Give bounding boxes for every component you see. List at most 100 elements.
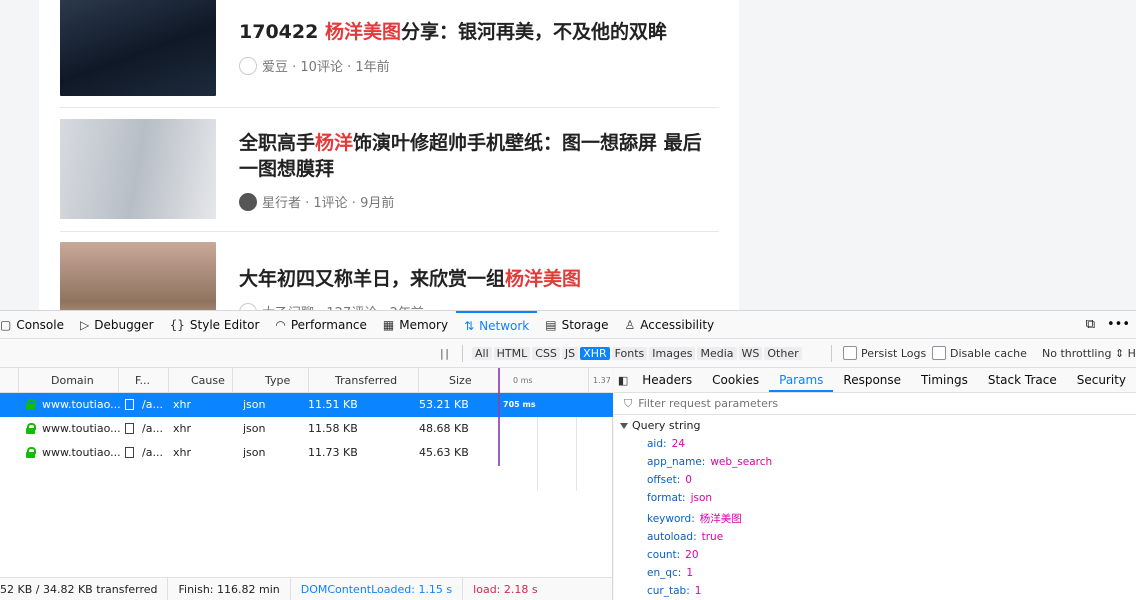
tab-label: Console bbox=[16, 317, 64, 332]
meta-text: 星行者 · 1评论 · 9月前 bbox=[262, 196, 395, 211]
filter-xhr[interactable]: XHR bbox=[580, 346, 610, 360]
column-size[interactable]: Size bbox=[418, 368, 498, 393]
filter-fonts[interactable]: Fonts bbox=[611, 346, 648, 360]
pause-icon[interactable]: | | bbox=[440, 347, 449, 360]
column-cause[interactable]: Cause bbox=[168, 368, 232, 393]
tab-params[interactable]: Params bbox=[769, 368, 834, 392]
query-string-section-toggle[interactable]: Query string bbox=[620, 419, 701, 432]
cell-transferred: 11.73 KB bbox=[308, 446, 358, 459]
meta-text: 大乙问聊 · 127评论 · 2年前 bbox=[262, 302, 424, 310]
web-page: 170422 杨洋美图分享：银河再美，不及他的双眸 爱豆 · 10评论 · 1年… bbox=[0, 0, 1136, 310]
list-item[interactable]: 全职高手杨洋饰演叶修超帅手机壁纸：图一想舔屏 最后一图想膜拜 星行者 · 1评论… bbox=[60, 108, 719, 232]
cell-type: json bbox=[243, 422, 266, 435]
waterfall-marker bbox=[498, 368, 500, 466]
waterfall-tick: 1.37 s bbox=[588, 368, 613, 393]
status-finish: Finish: 116.82 min bbox=[168, 578, 291, 600]
tab-cookies[interactable]: Cookies bbox=[702, 368, 769, 392]
disable-cache-checkbox[interactable]: Disable cache bbox=[932, 346, 1027, 360]
filter-placeholder: Filter request parameters bbox=[638, 397, 779, 410]
param-row: autoload: true bbox=[647, 531, 724, 543]
cell-domain: www.toutiao... bbox=[42, 398, 120, 411]
tab-label: Memory bbox=[399, 317, 449, 332]
tab-performance[interactable]: ◠ Performance bbox=[267, 311, 375, 338]
column-waterfall[interactable]: 0 ms bbox=[498, 368, 588, 393]
params-filter-input[interactable]: ⛉ Filter request parameters bbox=[614, 393, 1136, 415]
divider bbox=[462, 345, 463, 362]
article-thumbnail[interactable] bbox=[60, 119, 216, 219]
article-title[interactable]: 大年初四又称羊日，来欣赏一组杨洋美图 bbox=[239, 266, 719, 292]
filter-other[interactable]: Other bbox=[764, 346, 802, 360]
table-row[interactable]: www.toutiao... /a... xhr json 11.73 KB 4… bbox=[0, 441, 613, 465]
document-icon bbox=[125, 447, 134, 458]
column-domain[interactable]: Domain bbox=[18, 368, 118, 393]
details-tabs: ◧ Headers Cookies Params Response Timing… bbox=[614, 368, 1136, 393]
filter-html[interactable]: HTML bbox=[493, 346, 531, 360]
more-options-icon[interactable]: ••• bbox=[1107, 317, 1130, 332]
har-menu[interactable]: HAR bbox=[1128, 347, 1136, 360]
document-icon bbox=[125, 399, 134, 410]
list-item[interactable]: 大年初四又称羊日，来欣赏一组杨洋美图 大乙问聊 · 127评论 · 2年前 bbox=[60, 232, 719, 310]
tab-headers[interactable]: Headers bbox=[632, 368, 702, 392]
status-transferred: 52 KB / 34.82 KB transferred bbox=[0, 578, 169, 600]
filter-all[interactable]: All bbox=[472, 346, 492, 360]
console-icon: ▢ bbox=[0, 317, 12, 332]
filter-css[interactable]: CSS bbox=[532, 346, 560, 360]
tab-security[interactable]: Security bbox=[1067, 368, 1136, 392]
cell-file: /a... bbox=[142, 398, 163, 411]
article-title[interactable]: 170422 杨洋美图分享：银河再美，不及他的双眸 bbox=[239, 19, 719, 45]
request-table: Domain F... Cause Type Transferred Size … bbox=[0, 368, 613, 577]
checkbox-box[interactable] bbox=[932, 346, 946, 360]
filter-images[interactable]: Images bbox=[649, 346, 696, 360]
tab-label: Debugger bbox=[94, 317, 154, 332]
tab-style-editor[interactable]: {} Style Editor bbox=[162, 311, 268, 338]
document-icon bbox=[125, 423, 134, 434]
list-item[interactable]: 170422 杨洋美图分享：银河再美，不及他的双眸 爱豆 · 10评论 · 1年… bbox=[60, 0, 719, 108]
param-row: format: json bbox=[647, 492, 713, 504]
table-row[interactable]: www.toutiao... /a... xhr json 11.51 KB 5… bbox=[0, 393, 613, 417]
network-status-bar: 52 KB / 34.82 KB transferred Finish: 116… bbox=[0, 577, 613, 600]
article-title[interactable]: 全职高手杨洋饰演叶修超帅手机壁纸：图一想舔屏 最后一图想膜拜 bbox=[239, 130, 719, 182]
persist-logs-checkbox[interactable]: Persist Logs bbox=[843, 346, 926, 360]
column-transferred[interactable]: Transferred bbox=[308, 368, 418, 393]
tab-timings[interactable]: Timings bbox=[911, 368, 978, 392]
meta-text: 爱豆 · 10评论 · 1年前 bbox=[262, 60, 390, 75]
throttling-select[interactable]: No throttling ⇕ HAR bbox=[1042, 347, 1136, 360]
tab-memory[interactable]: ▦ Memory bbox=[375, 311, 456, 338]
toggle-sidebar-icon[interactable]: ◧ bbox=[614, 368, 632, 392]
cell-transferred: 11.51 KB bbox=[308, 398, 358, 411]
responsive-mode-icon[interactable]: ⧉ bbox=[1086, 317, 1095, 332]
devtools-toolbar: ▢ Console ▷ Debugger {} Style Editor ◠ P… bbox=[0, 310, 1136, 339]
checkbox-label: Disable cache bbox=[950, 346, 1027, 360]
tab-stack-trace[interactable]: Stack Trace bbox=[978, 368, 1067, 392]
article-thumbnail[interactable] bbox=[60, 242, 216, 310]
request-details-panel: ◧ Headers Cookies Params Response Timing… bbox=[614, 368, 1136, 600]
param-row: count: 20 bbox=[647, 549, 699, 561]
param-row: cur_tab: 1 bbox=[647, 585, 702, 597]
column-file[interactable]: F... bbox=[118, 368, 168, 393]
filter-media[interactable]: Media bbox=[697, 346, 737, 360]
lock-icon bbox=[26, 399, 36, 410]
checkbox-box[interactable] bbox=[843, 346, 857, 360]
tab-response[interactable]: Response bbox=[833, 368, 911, 392]
cell-file: /a... bbox=[142, 422, 163, 435]
tab-accessibility[interactable]: ♙ Accessibility bbox=[617, 311, 723, 338]
tab-debugger[interactable]: ▷ Debugger bbox=[72, 311, 162, 338]
tab-network[interactable]: ⇅ Network bbox=[456, 311, 538, 338]
checkbox-label: Persist Logs bbox=[861, 346, 927, 360]
tab-label: Network bbox=[479, 318, 530, 333]
section-title: Query string bbox=[632, 419, 701, 432]
cell-timing: 705 ms bbox=[503, 400, 536, 409]
tab-console[interactable]: ▢ Console bbox=[0, 311, 72, 338]
status-load: load: 2.18 s bbox=[473, 583, 538, 596]
article-thumbnail[interactable] bbox=[60, 0, 216, 96]
column-type[interactable]: Type bbox=[232, 368, 308, 393]
tab-storage[interactable]: ▤ Storage bbox=[537, 311, 616, 338]
debugger-icon: ▷ bbox=[79, 317, 90, 332]
filter-js[interactable]: JS bbox=[561, 346, 579, 360]
filter-ws[interactable]: WS bbox=[738, 346, 763, 360]
article-list: 170422 杨洋美图分享：银河再美，不及他的双眸 爱豆 · 10评论 · 1年… bbox=[39, 0, 739, 310]
table-row[interactable]: www.toutiao... /a... xhr json 11.58 KB 4… bbox=[0, 417, 613, 441]
param-row: app_name: web_search bbox=[647, 456, 773, 468]
cell-size: 45.63 KB bbox=[419, 446, 469, 459]
avatar bbox=[239, 56, 257, 75]
